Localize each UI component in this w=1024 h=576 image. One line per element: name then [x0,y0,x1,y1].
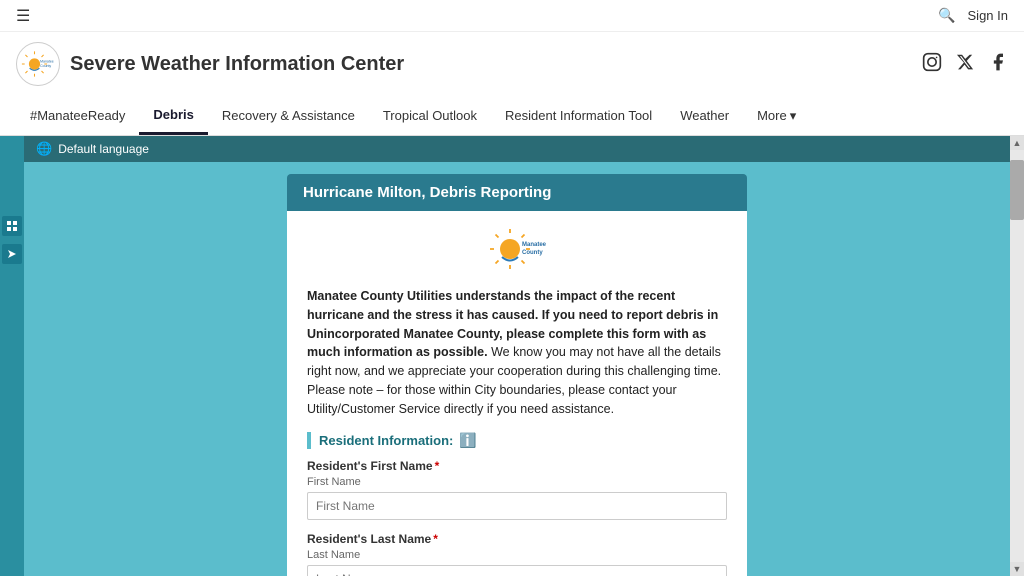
form-container: Hurricane Milton, Debris Reporting [287,174,747,576]
svg-text:County: County [522,250,543,256]
main-nav: #ManateeReady Debris Recovery & Assistan… [0,96,1024,136]
form-body: Manatee County Manatee County Utilities … [287,211,747,576]
logo: Manatee County [16,42,60,86]
scroll-down-arrow[interactable]: ▼ [1010,562,1024,576]
facebook-icon[interactable] [988,52,1008,77]
logo-svg: Manatee County [17,44,59,84]
site-title: Severe Weather Information Center [70,53,404,76]
required-marker-2: * [433,532,438,546]
last-name-group: Resident's Last Name* Last Name [307,532,727,576]
search-icon[interactable]: 🔍 [938,7,955,24]
county-logo: Manatee County [482,227,552,275]
left-sidebar [0,136,24,576]
info-circle-icon: ℹ️ [459,432,476,449]
header-left: Manatee County Severe Weather Informatio… [16,42,404,86]
scroll-up-arrow[interactable]: ▲ [1010,136,1024,150]
svg-text:Manatee: Manatee [40,60,54,64]
first-name-hint: First Name [307,476,727,488]
instagram-icon[interactable] [922,52,942,77]
resident-info-label: Resident Information: [319,433,453,448]
first-name-label: Resident's First Name* [307,459,727,473]
header: Manatee County Severe Weather Informatio… [0,32,1024,96]
right-scrollbar: ▲ ▼ [1010,136,1024,576]
last-name-input[interactable] [307,565,727,576]
intro-text: Manatee County Utilities understands the… [307,287,727,418]
scroll-thumb[interactable] [1010,160,1024,220]
sidebar-tool-2[interactable] [2,244,22,264]
top-bar-left: ☰ [16,6,30,26]
top-bar-right: 🔍 Sign In [938,7,1008,24]
svg-text:County: County [40,64,51,68]
last-name-label: Resident's Last Name* [307,532,727,546]
form-header: Hurricane Milton, Debris Reporting [287,174,747,211]
section-resident-header: Resident Information: ℹ️ [307,432,727,449]
nav-item-weather[interactable]: Weather [666,96,743,135]
nav-item-manateeready[interactable]: #ManateeReady [16,96,139,135]
nav-item-resident[interactable]: Resident Information Tool [491,96,666,135]
chevron-down-icon: ▾ [790,108,797,124]
svg-text:Manatee: Manatee [522,242,547,248]
sign-in-link[interactable]: Sign In [968,8,1008,23]
hamburger-icon[interactable]: ☰ [16,6,30,26]
header-right [922,52,1008,77]
main-wrapper: 🌐 Default language Hurricane Milton, Deb… [0,136,1024,576]
nav-item-recovery[interactable]: Recovery & Assistance [208,96,369,135]
first-name-group: Resident's First Name* First Name [307,459,727,520]
required-marker: * [435,459,440,473]
globe-icon: 🌐 [36,141,52,157]
nav-item-tropical[interactable]: Tropical Outlook [369,96,491,135]
top-bar: ☰ 🔍 Sign In [0,0,1024,32]
sidebar-tool-1[interactable] [2,216,22,236]
last-name-hint: Last Name [307,549,727,561]
x-twitter-icon[interactable] [956,53,974,76]
language-bar[interactable]: 🌐 Default language [24,136,1010,162]
first-name-input[interactable] [307,492,727,520]
content-area: 🌐 Default language Hurricane Milton, Deb… [24,136,1010,576]
nav-item-debris[interactable]: Debris [139,96,207,135]
nav-item-more[interactable]: More ▾ [743,96,810,135]
scroll-track [1010,150,1024,562]
form-logo: Manatee County [307,227,727,275]
language-label: Default language [58,142,149,156]
